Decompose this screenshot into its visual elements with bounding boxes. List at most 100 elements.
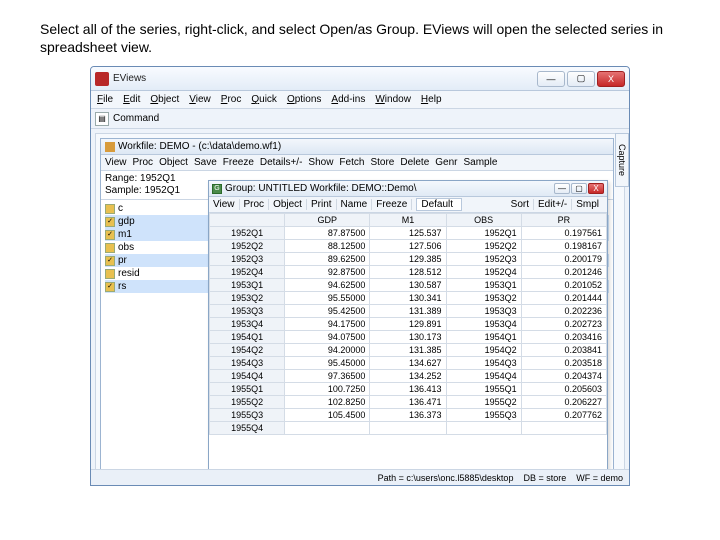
menu-window[interactable]: Window: [375, 94, 411, 105]
grp-default-select[interactable]: Default: [416, 198, 462, 211]
col-header[interactable]: M1: [370, 214, 446, 227]
table-row[interactable]: 1952Q389.62500129.3851952Q30.200179: [210, 253, 607, 266]
row-header[interactable]: 1952Q3: [210, 253, 285, 266]
cell[interactable]: 1953Q3: [446, 305, 521, 318]
cell[interactable]: 0.202236: [521, 305, 606, 318]
grp-smpl[interactable]: Smpl: [576, 199, 603, 210]
maximize-button[interactable]: ▢: [567, 71, 595, 87]
cell[interactable]: 131.389: [370, 305, 446, 318]
menu-edit[interactable]: Edit: [123, 94, 140, 105]
grp-edit[interactable]: Edit+/-: [538, 199, 572, 210]
cell[interactable]: 129.385: [370, 253, 446, 266]
workfile-titlebar[interactable]: Workfile: DEMO - (c:\data\demo.wf1): [101, 139, 613, 155]
row-header[interactable]: 1954Q2: [210, 344, 285, 357]
grp-object[interactable]: Object: [273, 199, 307, 210]
cell[interactable]: 127.506: [370, 240, 446, 253]
cell[interactable]: 0.201444: [521, 292, 606, 305]
cell[interactable]: 134.252: [370, 370, 446, 383]
row-header[interactable]: 1952Q4: [210, 266, 285, 279]
row-header[interactable]: 1954Q1: [210, 331, 285, 344]
cell[interactable]: 89.62500: [285, 253, 370, 266]
cell[interactable]: 97.36500: [285, 370, 370, 383]
cell[interactable]: 1953Q1: [446, 279, 521, 292]
cell[interactable]: [285, 422, 370, 435]
cell[interactable]: 0.201052: [521, 279, 606, 292]
col-header[interactable]: OBS: [446, 214, 521, 227]
wf-sample[interactable]: Sample: [463, 157, 497, 168]
wf-show[interactable]: Show: [308, 157, 333, 168]
cell[interactable]: 130.587: [370, 279, 446, 292]
cell[interactable]: 94.17500: [285, 318, 370, 331]
wf-genr[interactable]: Genr: [435, 157, 457, 168]
wf-view[interactable]: View: [105, 157, 127, 168]
cell[interactable]: 0.204374: [521, 370, 606, 383]
row-header[interactable]: 1954Q3: [210, 357, 285, 370]
cell[interactable]: 0.201246: [521, 266, 606, 279]
grp-sort[interactable]: Sort: [511, 199, 534, 210]
menu-file[interactable]: File: [97, 94, 113, 105]
menu-object[interactable]: Object: [150, 94, 179, 105]
cell[interactable]: 0.202723: [521, 318, 606, 331]
menu-proc[interactable]: Proc: [221, 94, 242, 105]
cell[interactable]: 130.341: [370, 292, 446, 305]
grp-view[interactable]: View: [213, 199, 240, 210]
wf-save[interactable]: Save: [194, 157, 217, 168]
cell[interactable]: 0.203841: [521, 344, 606, 357]
grp-name[interactable]: Name: [341, 199, 373, 210]
wf-fetch[interactable]: Fetch: [339, 157, 364, 168]
table-row[interactable]: 1954Q294.20000131.3851954Q20.203841: [210, 344, 607, 357]
cell[interactable]: 105.4500: [285, 409, 370, 422]
cell[interactable]: 1952Q1: [446, 227, 521, 240]
table-row[interactable]: 1955Q2102.8250136.4711955Q20.206227: [210, 396, 607, 409]
row-header[interactable]: 1955Q2: [210, 396, 285, 409]
table-row[interactable]: 1954Q395.45000134.6271954Q30.203518: [210, 357, 607, 370]
cell[interactable]: 100.7250: [285, 383, 370, 396]
cell[interactable]: 130.173: [370, 331, 446, 344]
table-row[interactable]: 1953Q494.17500129.8911953Q40.202723: [210, 318, 607, 331]
row-header[interactable]: 1952Q2: [210, 240, 285, 253]
menu-addins[interactable]: Add-ins: [331, 94, 365, 105]
cell[interactable]: 1953Q4: [446, 318, 521, 331]
cell[interactable]: 0.203518: [521, 357, 606, 370]
close-button[interactable]: X: [597, 71, 625, 87]
wf-delete[interactable]: Delete: [400, 157, 429, 168]
cell[interactable]: 1955Q2: [446, 396, 521, 409]
grp-print[interactable]: Print: [311, 199, 337, 210]
col-header[interactable]: GDP: [285, 214, 370, 227]
wf-store[interactable]: Store: [370, 157, 394, 168]
cell[interactable]: 0.205603: [521, 383, 606, 396]
row-header[interactable]: 1954Q4: [210, 370, 285, 383]
menu-help[interactable]: Help: [421, 94, 442, 105]
row-header[interactable]: 1952Q1: [210, 227, 285, 240]
cell[interactable]: 0.198167: [521, 240, 606, 253]
menu-options[interactable]: Options: [287, 94, 321, 105]
cell[interactable]: 87.87500: [285, 227, 370, 240]
row-header[interactable]: 1955Q3: [210, 409, 285, 422]
cell[interactable]: 1954Q1: [446, 331, 521, 344]
table-row[interactable]: 1955Q3105.4500136.3731955Q30.207762: [210, 409, 607, 422]
cell[interactable]: 102.8250: [285, 396, 370, 409]
table-row[interactable]: 1952Q288.12500127.5061952Q20.198167: [210, 240, 607, 253]
cell[interactable]: 1952Q2: [446, 240, 521, 253]
group-titlebar[interactable]: G Group: UNTITLED Workfile: DEMO::Demo\ …: [209, 181, 607, 197]
cell[interactable]: 136.413: [370, 383, 446, 396]
menu-view[interactable]: View: [189, 94, 211, 105]
cell[interactable]: 92.87500: [285, 266, 370, 279]
minimize-button[interactable]: —: [537, 71, 565, 87]
col-header[interactable]: [210, 214, 285, 227]
cell[interactable]: 1955Q3: [446, 409, 521, 422]
titlebar[interactable]: EViews — ▢ X: [91, 67, 629, 91]
cell[interactable]: 125.537: [370, 227, 446, 240]
wf-details[interactable]: Details+/-: [260, 157, 303, 168]
table-row[interactable]: 1955Q1100.7250136.4131955Q10.205603: [210, 383, 607, 396]
cell[interactable]: [370, 422, 446, 435]
grp-freeze[interactable]: Freeze: [376, 199, 412, 210]
cell[interactable]: 0.200179: [521, 253, 606, 266]
row-header[interactable]: 1955Q1: [210, 383, 285, 396]
command-icon[interactable]: ▤: [95, 112, 109, 126]
row-header[interactable]: 1953Q3: [210, 305, 285, 318]
table-row[interactable]: 1953Q295.55000130.3411953Q20.201444: [210, 292, 607, 305]
grp-proc[interactable]: Proc: [244, 199, 270, 210]
row-header[interactable]: 1953Q1: [210, 279, 285, 292]
table-row[interactable]: 1952Q492.87500128.5121952Q40.201246: [210, 266, 607, 279]
